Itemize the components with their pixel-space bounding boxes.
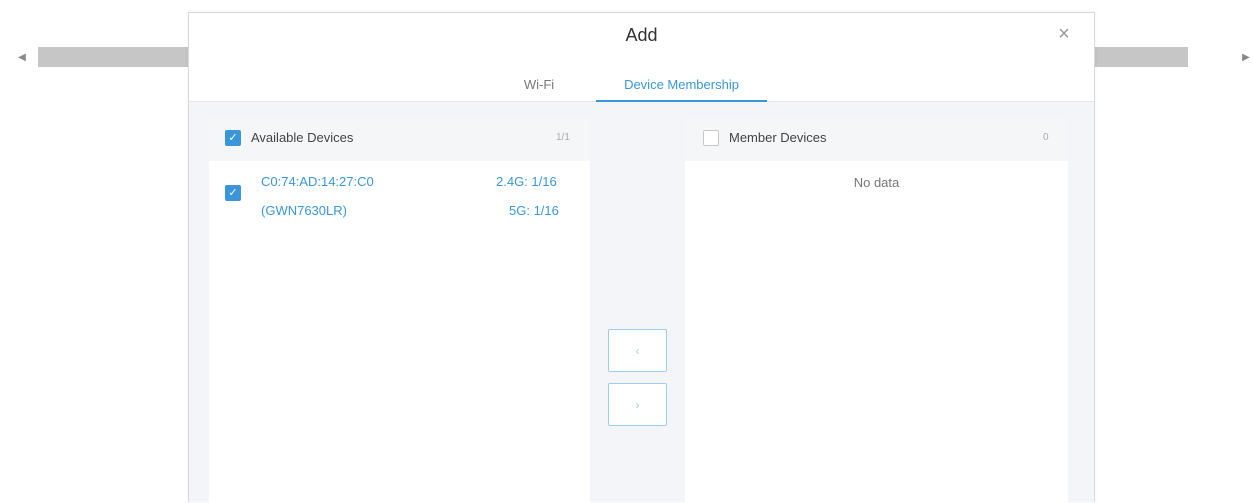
tab-bar: Wi-Fi Device Membership [189,69,1094,102]
member-devices-header: Member Devices 0 [685,115,1068,161]
available-devices-header: ✓ Available Devices 1/1 [209,115,590,161]
available-devices-count: 1/1 [556,132,570,143]
available-devices-panel: ✓ Available Devices 1/1 ✓ C0:74:AD:14:27… [209,115,590,503]
scrollbar-thumb[interactable] [38,47,198,67]
member-devices-label: Member Devices [729,130,827,145]
select-all-available-checkbox[interactable]: ✓ [225,130,241,146]
tab-wifi[interactable]: Wi-Fi [514,69,564,100]
device-model: (GWN7630LR) [261,203,347,218]
scrollbar-thumb-right[interactable] [1080,47,1188,67]
empty-state-text: No data [853,175,900,190]
scroll-right-arrow-icon[interactable]: ▶ [1238,48,1253,66]
modal-title: Add [625,25,658,45]
select-all-member-checkbox[interactable] [703,130,719,146]
scroll-left-arrow-icon[interactable]: ◀ [14,48,30,66]
add-modal: Add × Wi-Fi Device Membership ✓ Availabl… [188,12,1095,503]
member-devices-count: 0 [1043,132,1049,143]
move-left-button[interactable]: ‹ [608,329,667,372]
tab-device-membership[interactable]: Device Membership [596,69,767,102]
close-icon[interactable]: × [1053,23,1075,45]
move-right-button[interactable]: › [608,383,667,426]
device-checkbox[interactable]: ✓ [225,185,241,201]
member-devices-panel: Member Devices 0 No data [685,115,1068,503]
available-devices-label: Available Devices [251,130,354,145]
device-band-5g: 5G: 1/16 [509,203,559,218]
device-band-24g: 2.4G: 1/16 [496,174,557,189]
device-mac: C0:74:AD:14:27:C0 [261,174,374,189]
